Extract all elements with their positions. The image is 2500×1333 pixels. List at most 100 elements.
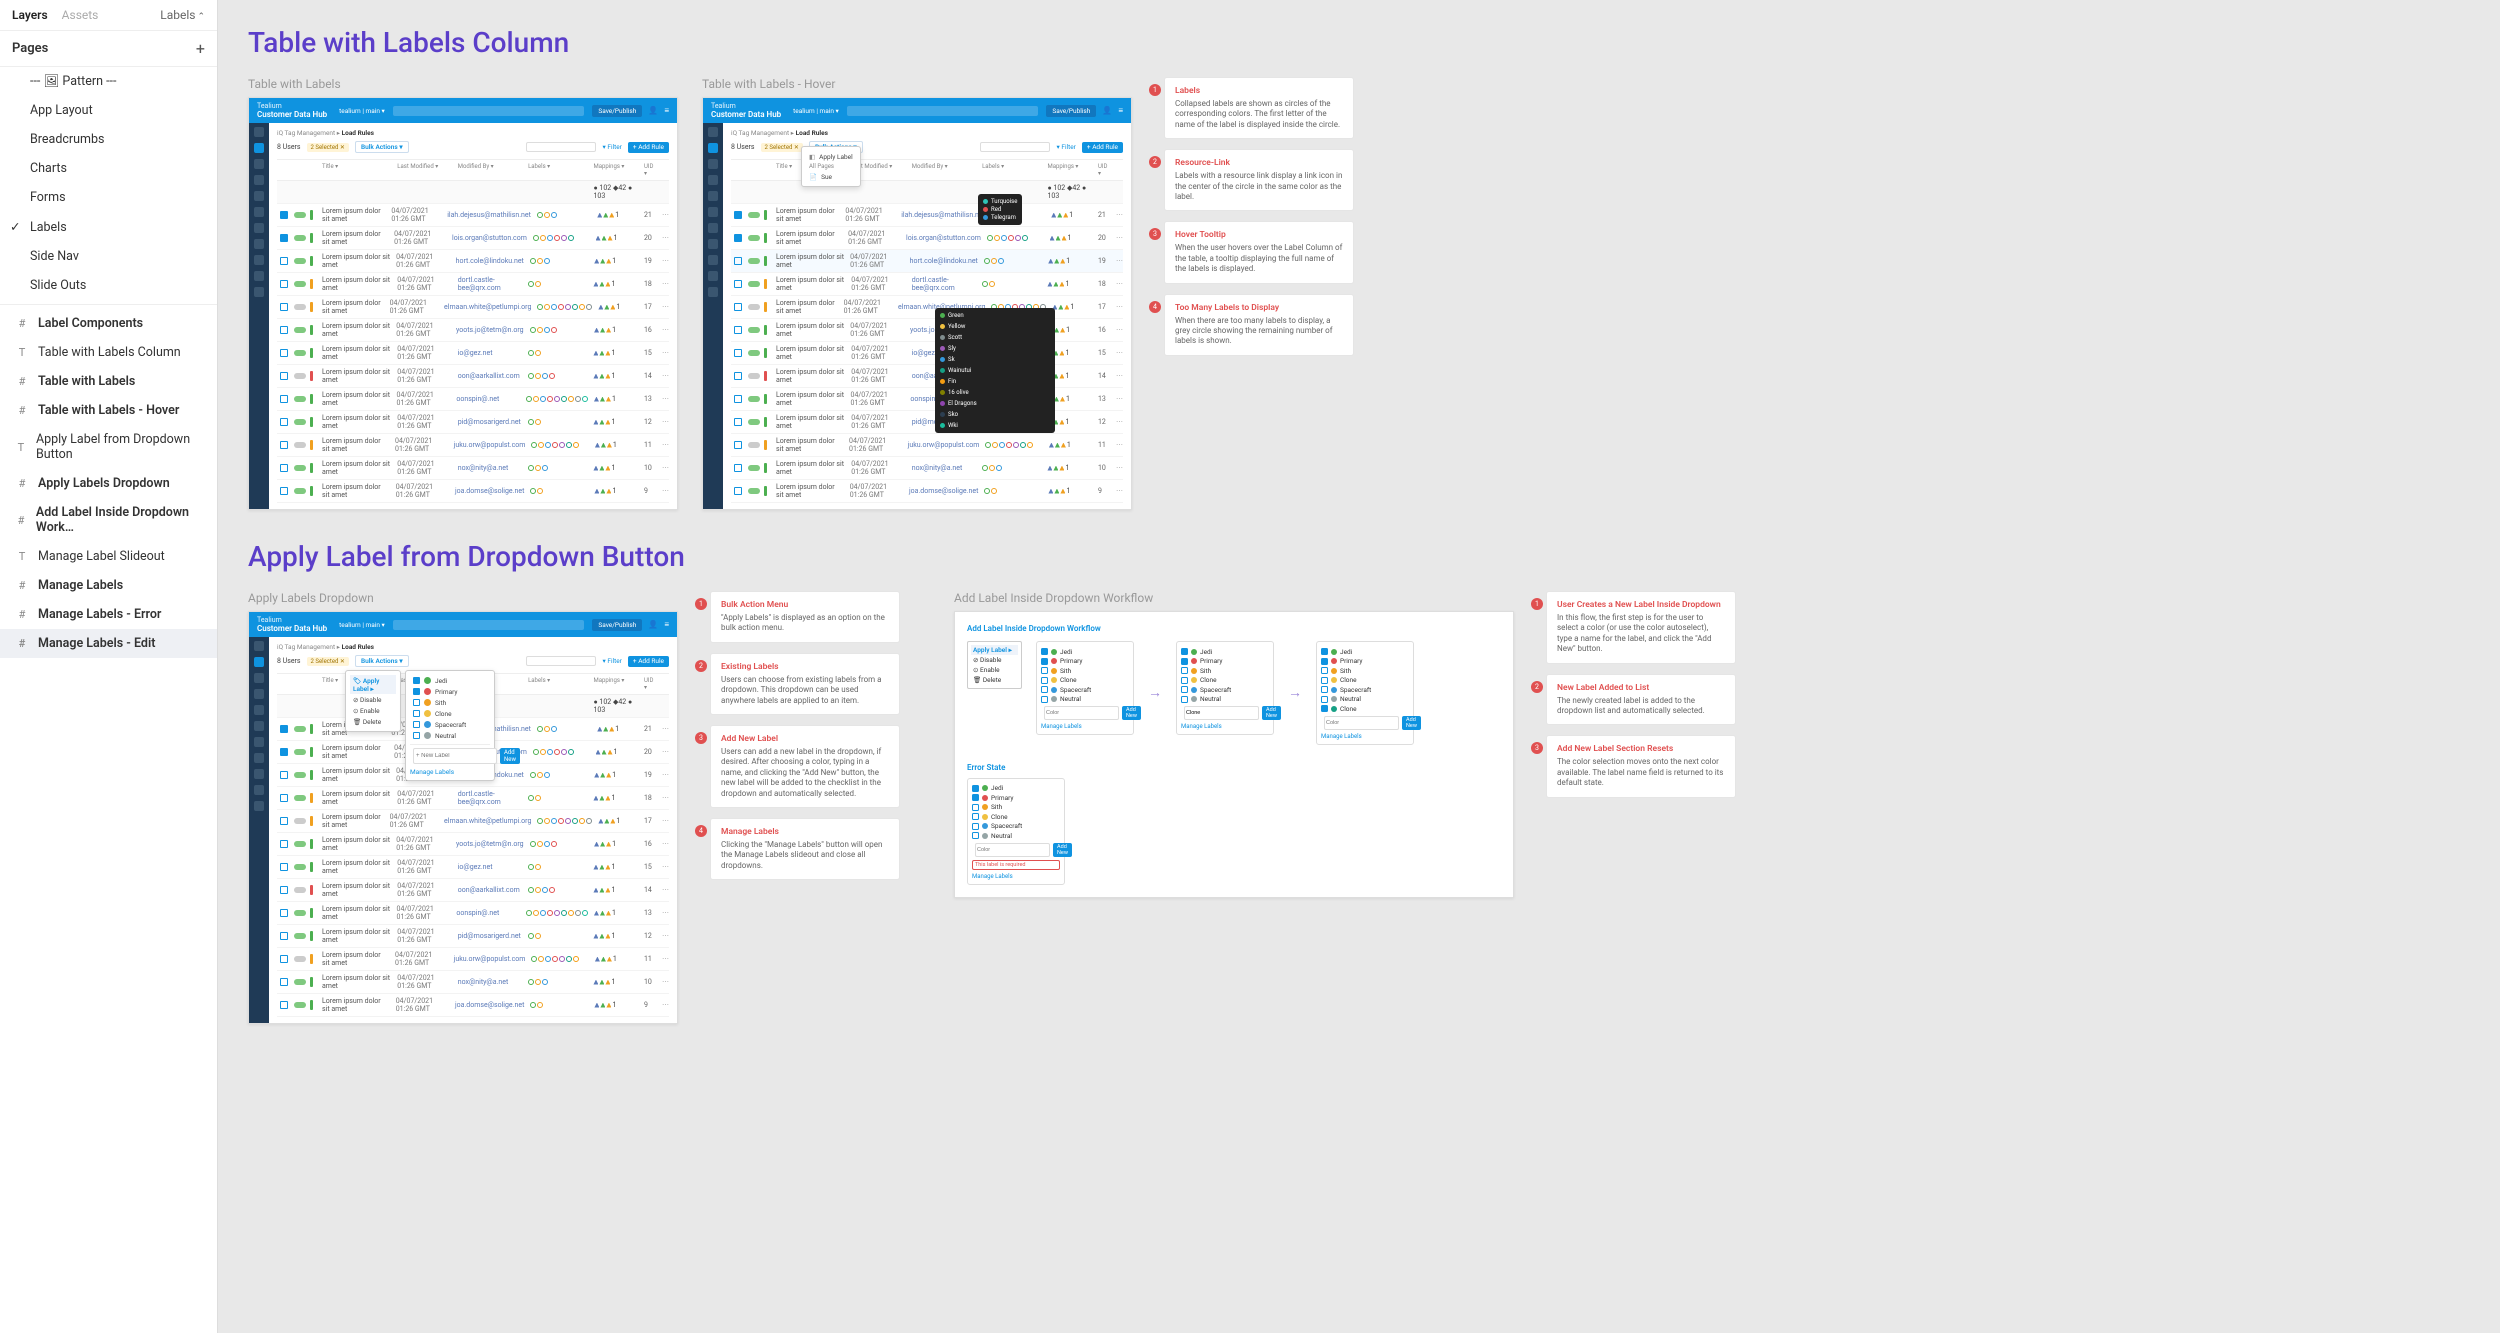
checkbox[interactable]: [1041, 686, 1048, 693]
toggle-switch[interactable]: [294, 841, 306, 847]
checkbox[interactable]: [1321, 648, 1328, 655]
row-checkbox[interactable]: [280, 932, 288, 940]
table-row[interactable]: Lorem ipsum dolor sit amet 04/07/2021 01…: [277, 879, 669, 902]
nav-item[interactable]: [254, 785, 264, 795]
selected-count[interactable]: 2 Selected ✕: [761, 143, 803, 152]
table-row[interactable]: Lorem ipsum dolor sit amet 04/07/2021 01…: [277, 204, 669, 227]
table-row[interactable]: Lorem ipsum dolor sit amet 04/07/2021 01…: [277, 925, 669, 948]
checkbox[interactable]: [1041, 667, 1048, 674]
table-row[interactable]: Lorem ipsum dolor sit amet 04/07/2021 01…: [731, 457, 1123, 480]
labels-dropdown[interactable]: JediPrimarySithCloneSpacecraftNeutralAdd…: [1176, 641, 1274, 735]
nav-item[interactable]: [254, 271, 264, 281]
nav-item[interactable]: [254, 689, 264, 699]
row-menu-icon[interactable]: ⋯: [659, 978, 669, 986]
page-item[interactable]: Side Nav: [0, 242, 217, 271]
row-menu-icon[interactable]: ⋯: [1113, 280, 1123, 288]
new-label-input[interactable]: [1324, 716, 1399, 730]
checkbox[interactable]: [972, 832, 979, 839]
table-row[interactable]: Lorem ipsum dolor sit amet 04/07/2021 01…: [277, 250, 669, 273]
row-menu-icon[interactable]: ⋯: [1113, 234, 1123, 242]
labels-dropdown[interactable]: JediPrimarySithCloneSpacecraftNeutralClo…: [1316, 641, 1414, 745]
row-checkbox[interactable]: [734, 211, 742, 219]
row-menu-icon[interactable]: ⋯: [659, 863, 669, 871]
table-row[interactable]: Lorem ipsum dolor sit amet 04/07/2021 01…: [731, 388, 1123, 411]
table-row[interactable]: Lorem ipsum dolor sit amet 04/07/2021 01…: [277, 480, 669, 503]
row-menu-icon[interactable]: ⋯: [659, 1001, 669, 1009]
add-new-button[interactable]: Add New: [500, 748, 520, 764]
layer-item[interactable]: #Add Label Inside Dropdown Work…: [0, 498, 217, 542]
nav-item[interactable]: [708, 175, 718, 185]
layer-item[interactable]: TApply Label from Dropdown Button: [0, 425, 217, 469]
nav-item[interactable]: [254, 143, 264, 153]
row-checkbox[interactable]: [280, 487, 288, 495]
label-option[interactable]: Neutral: [410, 730, 490, 741]
row-menu-icon[interactable]: ⋯: [659, 817, 669, 825]
tab-assets[interactable]: Assets: [62, 8, 99, 22]
label-option[interactable]: Primary: [972, 794, 1060, 802]
row-checkbox[interactable]: [280, 464, 288, 472]
toggle-switch[interactable]: [294, 956, 306, 962]
table-search[interactable]: [980, 142, 1050, 152]
row-menu-icon[interactable]: ⋯: [659, 955, 669, 963]
menu-enable[interactable]: ⊙ Enable: [350, 705, 396, 716]
row-menu-icon[interactable]: ⋯: [1113, 326, 1123, 334]
global-search[interactable]: [393, 620, 585, 630]
checkbox[interactable]: [972, 813, 979, 820]
row-menu-icon[interactable]: ⋯: [659, 234, 669, 242]
row-checkbox[interactable]: [280, 909, 288, 917]
table-row[interactable]: Lorem ipsum dolor sit amet 04/07/2021 01…: [731, 434, 1123, 457]
label-option[interactable]: Primary: [1041, 657, 1129, 665]
nav-item[interactable]: [254, 255, 264, 265]
checkbox[interactable]: [1041, 677, 1048, 684]
table-row[interactable]: Lorem ipsum dolor sit amet 04/07/2021 01…: [731, 296, 1123, 319]
checkbox[interactable]: [972, 794, 979, 801]
frame-workflow[interactable]: Add Label Inside Dropdown Workflow Apply…: [954, 611, 1514, 898]
table-search[interactable]: [526, 142, 596, 152]
checkbox[interactable]: [1321, 686, 1328, 693]
row-checkbox[interactable]: [280, 771, 288, 779]
row-menu-icon[interactable]: ⋯: [659, 487, 669, 495]
manage-labels-link[interactable]: Manage Labels: [1181, 723, 1269, 730]
toggle-switch[interactable]: [294, 258, 306, 264]
label-option[interactable]: Clone: [1321, 676, 1409, 684]
toggle-switch[interactable]: [294, 749, 306, 755]
row-checkbox[interactable]: [734, 303, 742, 311]
toggle-switch[interactable]: [294, 933, 306, 939]
label-option[interactable]: Primary: [410, 686, 490, 697]
user-icon[interactable]: 👤: [648, 106, 658, 115]
checkbox[interactable]: [1041, 648, 1048, 655]
table-row[interactable]: Lorem ipsum dolor sit amet 04/07/2021 01…: [731, 227, 1123, 250]
layer-item[interactable]: #Table with Labels: [0, 367, 217, 396]
menu-icon[interactable]: ≡: [1118, 106, 1123, 115]
selected-count[interactable]: 2 Selected ✕: [307, 143, 349, 152]
row-checkbox[interactable]: [280, 840, 288, 848]
row-menu-icon[interactable]: ⋯: [1113, 303, 1123, 311]
page-item[interactable]: App Layout: [0, 96, 217, 125]
nav-item[interactable]: [254, 705, 264, 715]
toggle-switch[interactable]: [294, 396, 306, 402]
row-menu-icon[interactable]: ⋯: [1113, 487, 1123, 495]
checkbox[interactable]: [413, 721, 420, 728]
label-option[interactable]: Jedi: [410, 675, 490, 686]
toggle-switch[interactable]: [748, 396, 760, 402]
row-checkbox[interactable]: [280, 303, 288, 311]
label-option[interactable]: Clone: [1181, 676, 1269, 684]
label-option[interactable]: Clone: [1041, 676, 1129, 684]
bulk-actions-dropdown[interactable]: ◧ Apply Label All Pages 📄 Sue: [801, 146, 861, 187]
menu-disable[interactable]: ⊘ Disable: [350, 694, 396, 705]
toggle-switch[interactable]: [294, 795, 306, 801]
toggle-switch[interactable]: [748, 258, 760, 264]
toggle-switch[interactable]: [294, 419, 306, 425]
nav-item[interactable]: [254, 801, 264, 811]
toggle-switch[interactable]: [294, 726, 306, 732]
page-item[interactable]: Slide Outs: [0, 271, 217, 300]
toggle-switch[interactable]: [294, 979, 306, 985]
toggle-switch[interactable]: [294, 910, 306, 916]
table-row[interactable]: Lorem ipsum dolor sit amet 04/07/2021 01…: [277, 434, 669, 457]
row-checkbox[interactable]: [280, 794, 288, 802]
toggle-switch[interactable]: [748, 419, 760, 425]
nav-item[interactable]: [708, 127, 718, 137]
row-checkbox[interactable]: [280, 349, 288, 357]
nav-item[interactable]: [708, 191, 718, 201]
toggle-switch[interactable]: [748, 327, 760, 333]
